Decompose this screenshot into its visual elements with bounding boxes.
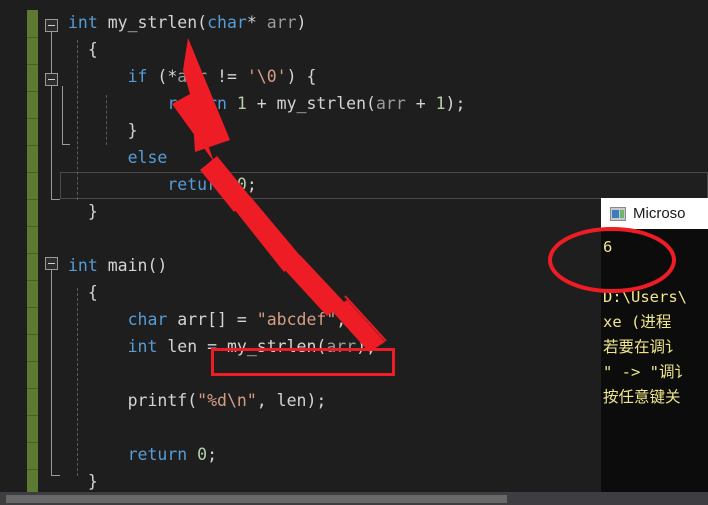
red-ellipse-annotation	[548, 227, 676, 293]
annotation-overlay	[172, 38, 676, 352]
red-rectangle-annotation	[211, 348, 395, 376]
red-arrow-annotation	[172, 38, 387, 352]
screenshot-root: int my_strlen(char* arr) { if (*arr != '…	[0, 0, 708, 505]
